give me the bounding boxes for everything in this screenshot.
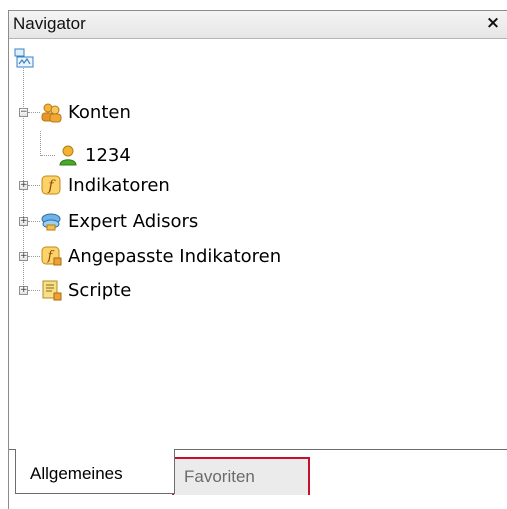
tree-item-label: Indikatoren (68, 174, 170, 196)
tree-connector-line (28, 221, 40, 222)
expand-indikatoren-toggle[interactable]: + (19, 181, 28, 190)
collapse-konten-toggle[interactable]: − (19, 108, 28, 117)
tree-connector-line (40, 131, 41, 156)
tree-item-account-1234[interactable]: 1234 (57, 140, 131, 170)
tree-item-label: Angepasste Indikatoren (68, 245, 282, 267)
tree-item-indikatoren[interactable]: f Indikatoren (40, 170, 170, 200)
close-button[interactable]: × (483, 12, 503, 34)
function-icon: f (41, 175, 61, 195)
tree-connector-line (28, 112, 40, 113)
tab-favoriten[interactable]: Favoriten (172, 457, 310, 495)
tree-connector-line (28, 256, 40, 257)
user-account-icon (59, 145, 77, 166)
tree-root[interactable] (13, 43, 35, 73)
accounts-icon (41, 103, 62, 123)
custom-function-icon: f (41, 246, 62, 266)
tree-item-konten[interactable]: Konten (40, 97, 131, 127)
navigator-tree: − Konten 1234 + f Indikatoren + Expert A… (9, 39, 507, 449)
tree-connector-line (28, 185, 40, 186)
tree-item-label: Expert Adisors (68, 210, 199, 232)
tree-item-label: 1234 (85, 144, 131, 166)
tree-item-label: Konten (68, 101, 131, 123)
expert-advisor-icon (41, 213, 61, 231)
tree-item-custom-indicators[interactable]: f Angepasste Indikatoren (40, 241, 281, 271)
expand-custom-indicators-toggle[interactable]: + (19, 252, 28, 261)
expand-scripts-toggle[interactable]: + (19, 286, 28, 295)
network-computer-icon (14, 48, 34, 68)
tab-strip: Favoriten Allgemeines (9, 449, 507, 509)
tree-connector-line (41, 155, 55, 156)
expand-expert-advisors-toggle[interactable]: + (19, 217, 28, 226)
tree-item-label: Scripte (68, 279, 132, 301)
navigator-panel: Navigator × − Konten 1234 + f Indikatore… (8, 10, 507, 509)
tree-connector-line (28, 290, 40, 291)
tab-allgemeines[interactable]: Allgemeines (15, 449, 175, 494)
script-icon (42, 280, 62, 301)
tree-item-expert-advisors[interactable]: Expert Adisors (40, 206, 198, 236)
tree-item-scripts[interactable]: Scripte (40, 275, 131, 305)
title-bar: Navigator × (9, 11, 507, 39)
panel-title: Navigator (13, 14, 86, 33)
